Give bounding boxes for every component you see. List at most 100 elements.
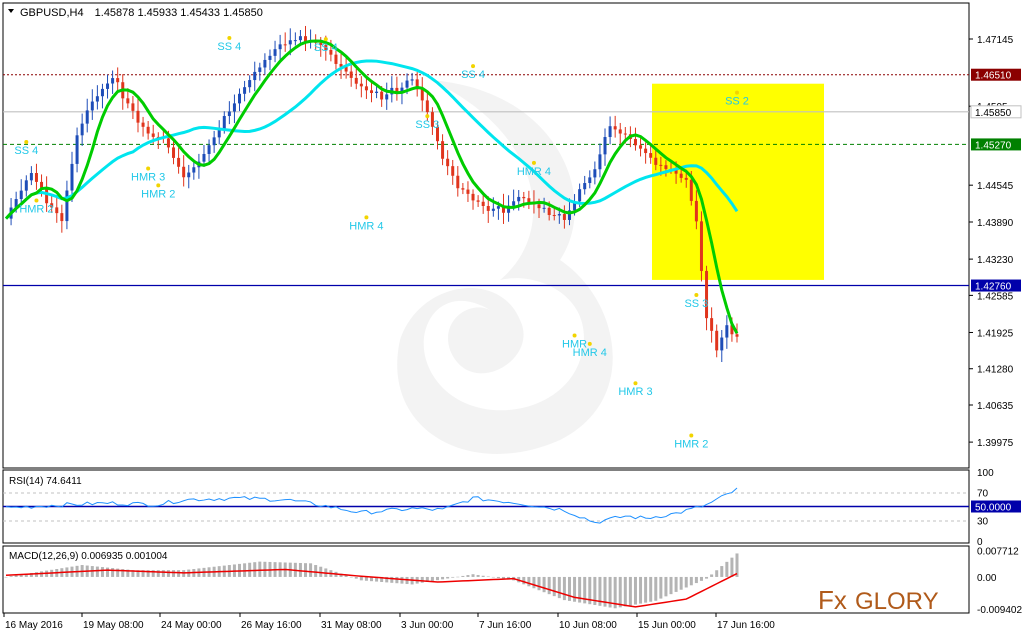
macd-bar <box>441 576 445 580</box>
annotation-label: HMR 3 <box>131 171 165 183</box>
macd-panel[interactable]: MACD(12,26,9) 0.006935 0.001004 Fx GLORY <box>2 545 970 615</box>
rsi-title: RSI(14) 74.6411 <box>9 476 82 487</box>
macd-bar <box>730 557 734 577</box>
macd-bar <box>481 575 485 577</box>
price-panel[interactable]: SS 4 HMR 2 HMR 3 HMR 2 SS 4 SS 4 HMR 4 SS 3 SS 4… <box>2 2 970 469</box>
macd-bar <box>435 576 439 581</box>
fxglory-logo: Fx GLORY <box>818 585 939 615</box>
macd-bar <box>359 576 363 581</box>
highlight-zone <box>652 83 824 280</box>
price-tick-label: 1.47145 <box>977 35 1014 46</box>
macd-bar <box>166 570 170 577</box>
price-tick-label: 1.39975 <box>977 438 1014 449</box>
time-tick-label: 26 May 16:00 <box>241 620 302 631</box>
price-tick-label: 1.43230 <box>977 255 1014 266</box>
macd-bar <box>547 576 551 595</box>
macd-bar <box>654 576 658 601</box>
annotation-marker <box>24 140 29 145</box>
price-tick-label: 1.40635 <box>977 401 1014 412</box>
annotation-label: HMR 4 <box>349 220 383 232</box>
rsi-level-label: 50.0000 <box>975 503 1012 514</box>
time-tick-label: 17 Jun 16:00 <box>717 620 775 631</box>
macd-bar <box>258 561 262 577</box>
annotation-label: HMR 2 <box>141 188 175 200</box>
macd-title: MACD(12,26,9) 0.006935 0.001004 <box>9 551 168 562</box>
annotation-marker <box>689 433 694 438</box>
macd-bar <box>557 576 561 599</box>
annotation-label: SS 4 <box>314 42 338 54</box>
macd-bar <box>705 576 709 579</box>
time-tick-label: 31 May 08:00 <box>321 620 382 631</box>
price-tick-label: 1.42585 <box>977 291 1014 302</box>
macd-bar <box>567 576 571 601</box>
macd-bar <box>100 567 104 577</box>
annotation-marker <box>633 381 638 386</box>
annotation-marker <box>323 37 328 42</box>
level-label-0: 1.46510 <box>975 71 1012 82</box>
macd-bar <box>253 562 257 577</box>
macd-bar <box>618 576 622 608</box>
annotation-marker <box>34 198 39 203</box>
macd-bar <box>14 575 18 577</box>
time-tick-label: 3 Jun 00:00 <box>401 620 454 631</box>
annotation-label: HMR 4 <box>573 347 607 359</box>
macd-tick-label: 0.00 <box>977 573 997 584</box>
price-tick-label: 1.41280 <box>977 365 1014 376</box>
macd-bar <box>106 567 110 577</box>
macd-bar <box>542 576 546 593</box>
macd-bar <box>298 562 302 577</box>
macd-bar <box>527 576 531 587</box>
macd-bar <box>537 576 541 591</box>
macd-bar <box>674 576 678 592</box>
macd-bar <box>644 576 648 603</box>
macd-bar <box>400 576 404 584</box>
annotation-marker <box>146 166 151 171</box>
trading-chart[interactable]: SS 4 HMR 2 HMR 3 HMR 2 SS 4 SS 4 HMR 4 SS 3 SS 4… <box>0 0 1024 636</box>
macd-bar <box>34 572 38 577</box>
macd-bar <box>486 576 490 578</box>
macd-bar <box>395 576 399 584</box>
annotation-marker <box>471 64 476 69</box>
macd-bar <box>309 563 313 577</box>
time-tick-label: 19 May 08:00 <box>83 620 144 631</box>
macd-bar <box>471 574 475 577</box>
macd-bar <box>349 576 353 578</box>
macd-tick-label: -0.009402 <box>977 605 1022 616</box>
annotation-label: SS 3 <box>684 298 708 310</box>
annotation-label: SS 3 <box>415 119 439 131</box>
macd-bar <box>669 576 673 595</box>
price-tick-label: 1.41925 <box>977 328 1014 339</box>
macd-bar <box>710 574 714 577</box>
macd-bar <box>522 576 526 585</box>
price-tick-label: 1.44545 <box>977 181 1014 192</box>
annotation-label: SS 4 <box>14 145 38 157</box>
rsi-panel[interactable]: RSI(14) 74.6411 <box>2 469 970 544</box>
macd-bar <box>628 576 632 606</box>
macd-bar <box>639 576 643 604</box>
macd-bar <box>694 576 698 584</box>
annotation-marker <box>587 341 592 346</box>
macd-bar <box>9 576 13 577</box>
macd-bar <box>649 576 653 602</box>
rsi-tick-label: 30 <box>977 516 989 527</box>
macd-bar <box>364 576 368 581</box>
annotation-label: SS 2 <box>725 96 749 108</box>
macd-bar <box>496 576 500 579</box>
chart-window: SS 4 HMR 2 HMR 3 HMR 2 SS 4 SS 4 HMR 4 SS 3 SS 4… <box>0 0 1024 636</box>
level-label-1: 1.45850 <box>975 108 1012 119</box>
macd-bar <box>684 576 688 588</box>
macd-tick-label: 0.007712 <box>977 547 1019 558</box>
svg-text:GBPUSD,H4 1.45878 1.: GBPUSD,H4 1.45878 1.45933 1.45433 1.4585… <box>20 7 263 19</box>
annotation-label: HMR 3 <box>618 386 652 398</box>
symbol-label: GBPUSD,H4 <box>20 7 84 19</box>
time-tick-label: 16 May 2016 <box>5 620 63 631</box>
macd-bar <box>659 576 663 599</box>
macd-bar <box>111 568 115 577</box>
annotation-marker <box>694 292 699 297</box>
macd-bar <box>156 570 160 577</box>
rsi-tick-label: 70 <box>977 489 989 500</box>
macd-bar <box>715 570 719 577</box>
macd-bar <box>354 576 358 579</box>
annotation-marker <box>156 183 161 188</box>
time-tick-label: 10 Jun 08:00 <box>559 620 617 631</box>
